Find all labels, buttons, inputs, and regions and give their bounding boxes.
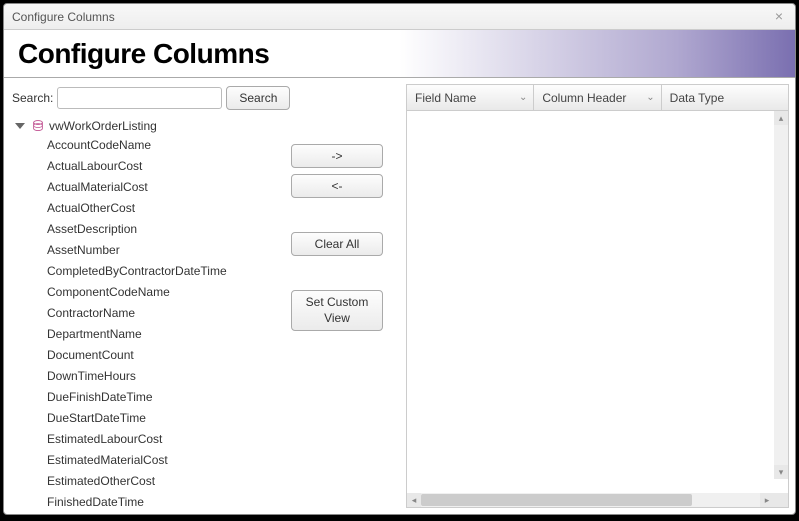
column-column-header[interactable]: Column Header ⌄ xyxy=(534,85,661,110)
search-input[interactable] xyxy=(57,87,222,109)
tree-item[interactable]: DepartmentName xyxy=(47,324,265,345)
tree-item[interactable]: ContractorName xyxy=(47,303,265,324)
transfer-buttons: -> <- Clear All Set Custom View xyxy=(272,84,402,508)
tree-item[interactable]: AccountCodeName xyxy=(47,135,265,156)
tree-item[interactable]: DownTimeHours xyxy=(47,366,265,387)
left-panel: Search: Search vwWorkOrderListing Accoun… xyxy=(10,84,268,508)
scroll-thumb[interactable] xyxy=(421,494,692,506)
tree-item[interactable]: EstimatedOtherCost xyxy=(47,471,265,492)
column-label: Column Header xyxy=(542,91,626,105)
scroll-up-icon[interactable]: ▴ xyxy=(774,111,788,125)
tree-item[interactable]: ActualOtherCost xyxy=(47,198,265,219)
chevron-down-icon: ⌄ xyxy=(519,92,527,103)
chevron-down-icon: ⌄ xyxy=(646,92,654,103)
remove-button[interactable]: <- xyxy=(291,174,383,198)
grid-header: Field Name ⌄ Column Header ⌄ Data Type xyxy=(407,85,788,111)
add-button[interactable]: -> xyxy=(291,144,383,168)
selected-columns-grid: Field Name ⌄ Column Header ⌄ Data Type ▴… xyxy=(406,84,789,508)
search-label: Search: xyxy=(12,91,53,105)
tree-children: AccountCodeNameActualLabourCostActualMat… xyxy=(11,135,265,507)
tree-root-label: vwWorkOrderListing xyxy=(49,119,157,133)
scroll-down-icon[interactable]: ▾ xyxy=(774,465,788,479)
set-custom-view-button[interactable]: Set Custom View xyxy=(291,290,383,331)
tree-item[interactable]: DueStartDateTime xyxy=(47,408,265,429)
close-icon[interactable]: × xyxy=(771,9,787,25)
column-label: Data Type xyxy=(670,91,724,105)
tree-item[interactable]: ActualMaterialCost xyxy=(47,177,265,198)
expand-toggle-icon[interactable] xyxy=(15,123,25,129)
dialog-window: Configure Columns × Configure Columns Se… xyxy=(3,3,796,515)
scroll-left-icon[interactable]: ◂ xyxy=(407,493,421,507)
tree-item[interactable]: DueFinishDateTime xyxy=(47,387,265,408)
horizontal-scrollbar[interactable]: ◂ ▸ xyxy=(407,493,788,507)
tree-item[interactable]: EstimatedMaterialCost xyxy=(47,450,265,471)
tree-item[interactable]: AssetDescription xyxy=(47,219,265,240)
tree-item[interactable]: EstimatedLabourCost xyxy=(47,429,265,450)
vertical-scrollbar[interactable]: ▴ ▾ xyxy=(774,111,788,479)
scroll-track[interactable] xyxy=(421,493,760,507)
scroll-corner xyxy=(774,493,788,507)
column-label: Field Name xyxy=(415,91,476,105)
grid-body: ▴ ▾ xyxy=(407,111,788,493)
tree-item[interactable]: FinishedDateTime xyxy=(47,492,265,507)
titlebar: Configure Columns × xyxy=(4,4,795,30)
search-row: Search: Search xyxy=(10,84,268,116)
tree-item[interactable]: CompletedByContractorDateTime xyxy=(47,261,265,282)
tree-item[interactable]: DocumentCount xyxy=(47,345,265,366)
column-field-name[interactable]: Field Name ⌄ xyxy=(407,85,534,110)
tree-item[interactable]: ComponentCodeName xyxy=(47,282,265,303)
tree-root-row[interactable]: vwWorkOrderListing xyxy=(11,117,265,135)
field-tree[interactable]: vwWorkOrderListing AccountCodeNameActual… xyxy=(11,117,267,507)
clear-all-button[interactable]: Clear All xyxy=(291,232,383,256)
scroll-right-icon[interactable]: ▸ xyxy=(760,493,774,507)
header-banner: Configure Columns xyxy=(4,30,795,78)
tree-item[interactable]: ActualLabourCost xyxy=(47,156,265,177)
dialog-body: Search: Search vwWorkOrderListing Accoun… xyxy=(4,78,795,514)
database-icon xyxy=(31,119,45,133)
column-data-type[interactable]: Data Type xyxy=(662,85,788,110)
tree-item[interactable]: AssetNumber xyxy=(47,240,265,261)
tree-wrap: vwWorkOrderListing AccountCodeNameActual… xyxy=(10,116,268,508)
window-title: Configure Columns xyxy=(12,10,771,24)
page-title: Configure Columns xyxy=(18,38,269,70)
